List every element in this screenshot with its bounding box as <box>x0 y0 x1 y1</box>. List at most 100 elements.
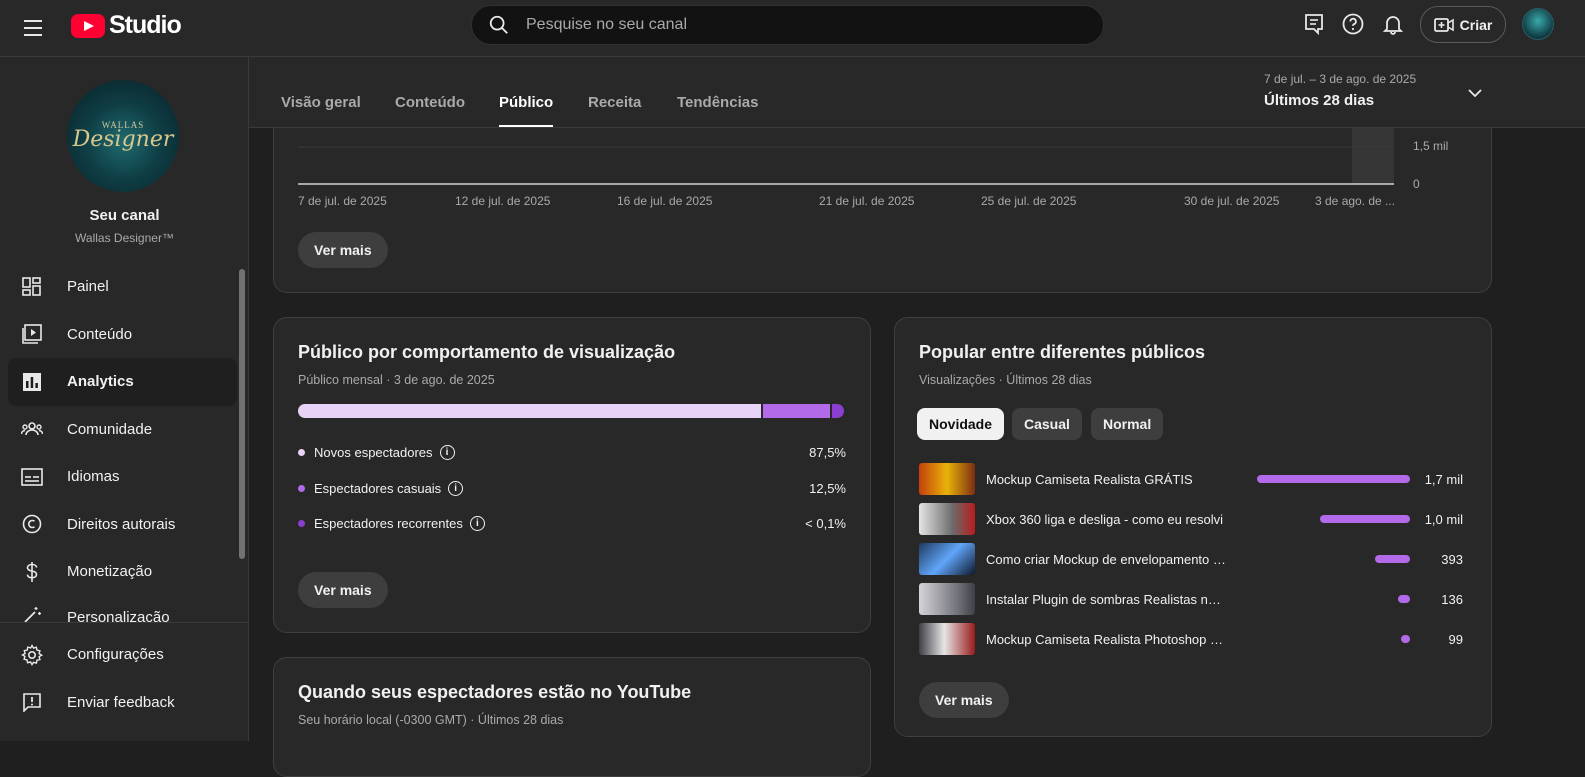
card-title: Público por comportamento de visualizaçã… <box>298 342 676 362</box>
sidebar-item-label: Monetização <box>67 563 153 581</box>
views-value: 99 <box>1448 631 1463 647</box>
search-icon <box>489 15 508 34</box>
search-input[interactable] <box>526 16 1026 34</box>
legend-label: Novos espectadores <box>314 444 433 460</box>
chevron-down-icon[interactable] <box>1467 85 1483 101</box>
create-button[interactable]: Criar <box>1420 6 1506 43</box>
x-tick-label: 12 de jul. de 2025 <box>455 194 551 208</box>
analytics-icon <box>21 371 43 393</box>
sidebar: WALLAS Designer Seu canal Wallas Designe… <box>0 57 249 741</box>
sidebar-item-conteudo[interactable]: Conteúdo <box>8 311 237 359</box>
sidebar-item-monetizacao[interactable]: Monetização <box>8 548 237 596</box>
sidebar-scrollbar[interactable] <box>239 269 245 559</box>
card-title: Popular entre diferentes públicos <box>919 342 1206 362</box>
sidebar-item-configuracoes[interactable]: Configurações <box>8 631 240 679</box>
legend-label: Espectadores recorrentes <box>314 515 463 531</box>
sidebar-item-label: Analytics <box>67 373 134 391</box>
card-title: Quando seus espectadores estão no YouTub… <box>298 682 692 702</box>
date-range-label: Últimos 28 dias <box>1264 92 1375 109</box>
channel-avatar[interactable]: WALLAS Designer <box>67 80 179 192</box>
sidebar-item-label: Configurações <box>67 646 164 664</box>
sidebar-item-comunidade[interactable]: Comunidade <box>8 406 237 454</box>
account-avatar[interactable] <box>1522 8 1554 40</box>
see-more-button[interactable]: Ver mais <box>919 682 1009 718</box>
date-range-picker[interactable]: 7 de jul. – 3 de ago. de 2025 Últimos 28… <box>1264 72 1416 109</box>
video-title: Como criar Mockup de envelopamento de ca… <box>986 551 1228 567</box>
sidebar-item-direitos-autorais[interactable]: Direitos autorais <box>8 501 237 549</box>
sidebar-nav: Painel Conteúdo Analytics Comunidade Idi… <box>8 263 237 626</box>
views-value: 1,7 mil <box>1424 471 1463 487</box>
see-more-button[interactable]: Ver mais <box>298 232 388 268</box>
top-bar: Studio Criar <box>0 0 1585 57</box>
legend-row-returning: Espectadores recorrentes i < 0,1% <box>298 513 846 533</box>
popular-audiences-card: Popular entre diferentes públicos Visual… <box>894 317 1492 737</box>
community-icon <box>21 418 43 440</box>
hamburger-menu-icon[interactable] <box>20 14 48 42</box>
date-range-text: 7 de jul. – 3 de ago. de 2025 <box>1264 72 1417 86</box>
tab-conteudo[interactable]: Conteúdo <box>395 94 465 111</box>
sidebar-bottom: Configurações Enviar feedback <box>0 622 248 741</box>
when-viewers-card: Quando seus espectadores estão no YouTub… <box>273 657 871 777</box>
analytics-tabs: Visão geral Conteúdo Público Receita Ten… <box>249 57 1585 128</box>
views-bar <box>1257 475 1410 483</box>
card-subtitle: Visualizações · Últimos 28 dias <box>919 373 1092 387</box>
views-value: 136 <box>1441 591 1463 607</box>
views-bar <box>1401 635 1410 643</box>
list-item[interactable]: Mockup Camiseta Realista Photoshop Profi… <box>919 622 1463 656</box>
chip-casual[interactable]: Casual <box>1012 408 1082 440</box>
sidebar-item-idiomas[interactable]: Idiomas <box>8 453 237 501</box>
main-content: 1,5 mil 0 7 de jul. de 2025 12 de jul. d… <box>249 57 1585 777</box>
tab-receita[interactable]: Receita <box>588 94 641 111</box>
video-thumbnail <box>919 583 975 615</box>
tab-tendencias[interactable]: Tendências <box>677 94 758 111</box>
sidebar-item-painel[interactable]: Painel <box>8 263 237 311</box>
sidebar-item-enviar-feedback[interactable]: Enviar feedback <box>8 679 240 727</box>
see-more-button[interactable]: Ver mais <box>298 572 388 608</box>
dashboard-icon <box>21 276 43 298</box>
list-item[interactable]: Xbox 360 liga e desliga - como eu resolv… <box>919 502 1463 536</box>
list-item[interactable]: Mockup Camiseta Realista GRÁTIS 1,7 mil <box>919 462 1463 496</box>
legend-row-new: Novos espectadores i 87,5% <box>298 442 846 462</box>
views-value: 1,0 mil <box>1424 511 1463 527</box>
y-tick-label: 0 <box>1413 177 1420 191</box>
create-video-icon <box>1433 17 1454 32</box>
help-icon[interactable] <box>1341 12 1365 36</box>
chip-normal[interactable]: Normal <box>1091 408 1164 440</box>
sidebar-item-label: Direitos autorais <box>67 515 176 533</box>
views-bar <box>1375 555 1410 563</box>
tab-visao-geral[interactable]: Visão geral <box>281 94 361 111</box>
video-thumbnail <box>919 623 975 655</box>
info-icon[interactable]: i <box>439 444 455 460</box>
chip-novidade[interactable]: Novidade <box>917 408 1005 440</box>
sidebar-item-label: Comunidade <box>67 420 153 438</box>
segment-bar-returning <box>832 404 844 418</box>
views-bar-track <box>1257 555 1410 563</box>
studio-logo[interactable]: Studio <box>71 11 182 40</box>
video-thumbnail <box>919 463 975 495</box>
info-icon[interactable]: i <box>469 515 485 531</box>
gear-icon <box>21 643 43 666</box>
legend-dot <box>298 448 305 456</box>
video-thumbnail <box>919 503 975 535</box>
list-item[interactable]: Como criar Mockup de envelopamento de ca… <box>919 542 1463 576</box>
legend-dot <box>298 484 305 492</box>
tab-publico[interactable]: Público <box>499 94 554 127</box>
feedback-icon <box>21 691 43 713</box>
behavior-stacked-bar <box>298 404 846 418</box>
comments-icon[interactable] <box>1302 12 1326 36</box>
bell-icon[interactable] <box>1381 12 1405 36</box>
avatar-logo-line2: Designer <box>72 127 174 152</box>
views-bar-track <box>1257 635 1410 643</box>
info-icon[interactable]: i <box>448 480 464 496</box>
search-bar[interactable] <box>471 5 1104 45</box>
x-tick-label: 16 de jul. de 2025 <box>617 194 713 208</box>
sidebar-item-analytics[interactable]: Analytics <box>8 358 237 406</box>
video-title: Instalar Plugin de sombras Realistas no … <box>986 591 1228 607</box>
segment-bar-new <box>298 404 761 418</box>
list-item[interactable]: Instalar Plugin de sombras Realistas no … <box>919 582 1463 616</box>
views-value: 393 <box>1441 551 1463 567</box>
legend-value: 87,5% <box>809 444 846 460</box>
content-icon <box>21 323 43 345</box>
sidebar-item-personalizacao[interactable]: Personalização <box>8 596 237 626</box>
video-title: Xbox 360 liga e desliga - como eu resolv… <box>986 511 1224 527</box>
